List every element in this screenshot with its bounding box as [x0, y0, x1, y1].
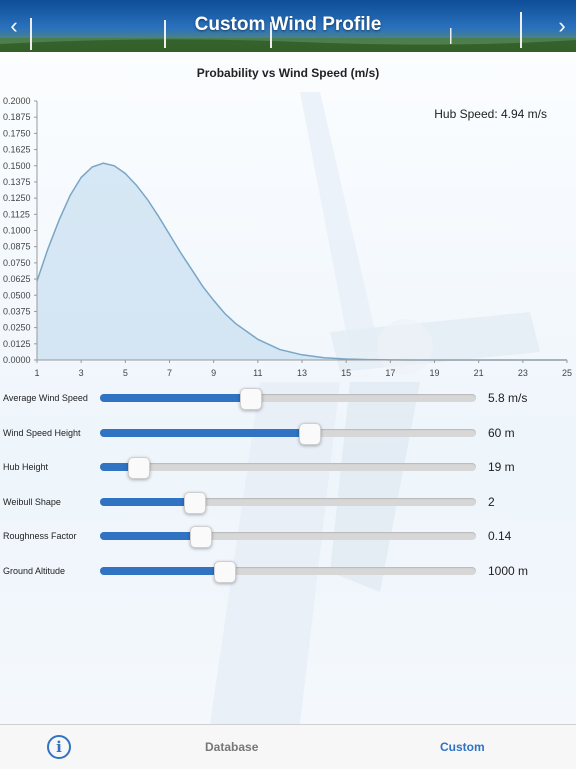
ground-altitude-slider-thumb[interactable] — [214, 560, 237, 583]
weibull-shape-label: Weibull Shape — [3, 496, 61, 507]
hub-height-value: 19 m — [488, 460, 515, 474]
hub-speed-annotation: Hub Speed: 4.94 m/s — [434, 107, 547, 121]
y-tick-label: 0.1000 — [3, 226, 31, 236]
y-tick-label: 0.0000 — [3, 355, 31, 365]
main-content: Probability vs Wind Speed (m/s) 0.0000 0.… — [0, 52, 576, 724]
x-tick-label: 21 — [474, 368, 484, 378]
slider-row-weibull-shape: Weibull Shape 2 — [0, 487, 576, 517]
x-tick-label: 15 — [341, 368, 351, 378]
roughness-factor-slider-thumb[interactable] — [189, 526, 212, 548]
probability-chart: 0.0000 0.0125 0.0250 0.0375 0.0500 0.0625 0.07… — [3, 96, 572, 378]
tab-custom[interactable]: Custom — [440, 740, 485, 754]
x-tick-label: 25 — [562, 368, 572, 378]
roughness-factor-value: 0.14 — [488, 529, 512, 543]
x-tick-label: 19 — [429, 368, 439, 378]
hub-height-slider[interactable] — [100, 457, 476, 479]
probability-area — [37, 163, 567, 360]
wind-speed-height-slider[interactable] — [100, 422, 476, 445]
slider-row-average-wind-speed: Average Wind Speed 5.8 m/s — [0, 383, 576, 413]
x-tick-label: 17 — [385, 368, 395, 378]
y-tick-label: 0.0375 — [3, 306, 31, 316]
y-tick-label: 0.0625 — [3, 274, 31, 284]
app-header: ‹ Custom Wind Profile › — [0, 0, 576, 52]
y-tick-label: 0.1375 — [3, 177, 31, 187]
y-tick-label: 0.1750 — [3, 128, 31, 138]
ground-altitude-value: 1000 m — [488, 563, 529, 578]
chevron-right-icon: › — [558, 13, 566, 38]
slider-row-ground-altitude: Ground Altitude 1000 m — [0, 556, 576, 586]
average-wind-speed-value: 5.8 m/s — [488, 391, 528, 405]
x-tick-label: 5 — [123, 368, 128, 378]
wind-speed-height-value: 60 m — [488, 425, 515, 440]
slider-row-roughness-factor: Roughness Factor 0.14 — [0, 521, 576, 551]
ground-altitude-slider[interactable] — [100, 560, 476, 583]
average-wind-speed-label: Average Wind Speed — [3, 393, 88, 403]
info-icon[interactable]: i — [47, 735, 71, 759]
page-title: Custom Wind Profile — [194, 14, 382, 35]
y-tick-label: 0.1625 — [3, 145, 31, 155]
x-tick-label: 13 — [297, 368, 307, 378]
y-tick-label: 0.1250 — [3, 193, 31, 203]
hub-height-label: Hub Height — [3, 462, 49, 472]
y-tick-label: 0.0875 — [3, 242, 31, 252]
weibull-shape-slider[interactable] — [100, 491, 476, 514]
y-tick-label: 0.1500 — [3, 161, 31, 171]
average-wind-speed-slider-fill — [100, 394, 251, 402]
x-tick-label: 23 — [518, 368, 528, 378]
roughness-factor-slider-fill — [100, 532, 200, 540]
ground-altitude-slider-fill — [100, 566, 225, 575]
y-tick-label: 0.0250 — [3, 323, 31, 333]
slider-row-hub-height: Hub Height 19 m — [0, 452, 576, 482]
average-wind-speed-slider-thumb[interactable] — [240, 388, 263, 410]
forward-button[interactable]: › — [550, 12, 574, 40]
x-tick-label: 1 — [34, 368, 39, 378]
wind-speed-height-slider-thumb[interactable] — [298, 422, 321, 445]
x-tick-label: 7 — [167, 368, 172, 378]
roughness-factor-slider[interactable] — [100, 526, 476, 548]
y-tick-label: 0.1125 — [3, 209, 30, 219]
y-tick-label: 0.0125 — [3, 339, 31, 349]
y-tick-label: 0.0750 — [3, 258, 31, 268]
weibull-shape-slider-fill — [100, 497, 194, 506]
roughness-factor-label: Roughness Factor — [3, 531, 77, 541]
x-tick-label: 9 — [211, 368, 216, 378]
tab-bar: i Database Custom — [0, 724, 576, 769]
y-tick-label: 0.0500 — [3, 290, 31, 300]
wind-speed-height-slider-fill — [100, 428, 309, 437]
weibull-shape-slider-thumb[interactable] — [184, 491, 206, 514]
hub-height-slider-thumb[interactable] — [127, 457, 150, 479]
slider-row-wind-speed-height: Wind Speed Height 60 m — [0, 418, 576, 448]
ground-altitude-label: Ground Altitude — [3, 565, 66, 576]
weibull-shape-value: 2 — [488, 494, 495, 509]
wind-speed-height-label: Wind Speed Height — [3, 427, 81, 438]
tab-database[interactable]: Database — [205, 740, 258, 754]
x-tick-label: 11 — [253, 368, 262, 378]
y-tick-label: 0.1875 — [3, 112, 31, 122]
y-tick-label: 0.2000 — [3, 96, 31, 106]
average-wind-speed-slider[interactable] — [100, 388, 476, 410]
x-tick-label: 3 — [79, 368, 84, 378]
